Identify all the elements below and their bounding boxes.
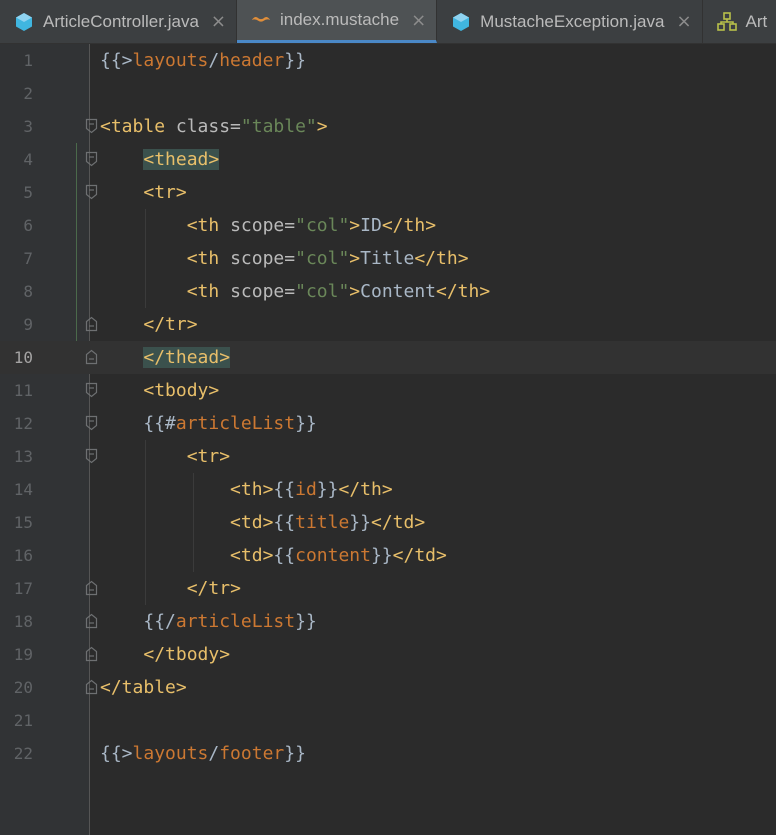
line-number: 10 [13,348,33,367]
code-line[interactable]: 22 {{>layouts/footer}} [0,737,776,770]
fold-start-icon[interactable] [85,184,98,200]
code-text: </thead> [143,347,231,368]
code-text: <thead> [143,149,220,170]
code-line[interactable]: 10 </thead> [0,341,776,374]
fold-start-icon[interactable] [85,118,98,134]
fold-end-icon[interactable] [85,646,98,662]
tab-label: MustacheException.java [480,11,665,31]
code-text: </tr> [186,578,241,599]
code-line[interactable]: 3 <table class="table"> [0,110,776,143]
code-line[interactable]: 16 <td>{{content}}</td> [0,539,776,572]
code-line[interactable]: 2 [0,77,776,110]
code-line[interactable]: 15 <td>{{title}}</td> [0,506,776,539]
code-line[interactable]: 14 <th>{{id}}</th> [0,473,776,506]
tab-label: ArticleController.java [43,11,199,31]
fold-start-icon[interactable] [85,151,98,167]
code-text: <th scope="col">Title</th> [186,248,469,269]
code-text: <table class="table"> [100,116,328,137]
mustache-file-icon [251,10,271,30]
code-line[interactable]: 13 <tr> [0,440,776,473]
editor-tab-bar: ArticleController.java × index.mustache × Mu… [0,0,776,44]
tab-articlecontroller-java[interactable]: ArticleController.java × [0,0,237,43]
code-line[interactable]: 9 </tr> [0,308,776,341]
code-text: <th>{{id}}</th> [230,479,393,500]
fold-end-icon[interactable] [85,613,98,629]
line-number: 22 [13,744,33,763]
code-text: <th scope="col">ID</th> [186,215,437,236]
code-text: <tr> [186,446,231,467]
line-number: 2 [23,84,33,103]
code-text: </table> [100,677,187,698]
tab-index-mustache[interactable]: index.mustache × [237,0,438,43]
line-number: 14 [13,480,33,499]
line-number: 20 [13,678,33,697]
code-line[interactable]: 4 <thead> [0,143,776,176]
line-number: 7 [23,249,33,268]
fold-start-icon[interactable] [85,415,98,431]
code-line[interactable]: 7 <th scope="col">Title</th> [0,242,776,275]
line-number: 21 [13,711,33,730]
fold-end-icon[interactable] [85,580,98,596]
line-number: 5 [23,183,33,202]
line-number: 13 [13,447,33,466]
code-line[interactable]: 1 {{>layouts/header}} [0,44,776,77]
code-lines[interactable]: 1 {{>layouts/header}} 2 3 <table class="tabl… [0,44,776,770]
line-number: 4 [23,150,33,169]
fold-end-icon[interactable] [85,349,98,365]
code-text: {{/articleList}} [143,611,317,632]
code-line[interactable]: 19 </tbody> [0,638,776,671]
code-line[interactable]: 21 [0,704,776,737]
line-number: 16 [13,546,33,565]
code-editor[interactable]: 1 {{>layouts/header}} 2 3 <table class="tabl… [0,44,776,835]
java-class-icon [14,12,34,32]
line-number: 11 [13,381,33,400]
java-class-icon [451,12,471,32]
tab-art[interactable]: Art [703,0,776,43]
line-number: 19 [13,645,33,664]
fold-end-icon[interactable] [85,316,98,332]
fold-start-icon[interactable] [85,448,98,464]
line-number: 18 [13,612,33,631]
code-line[interactable]: 6 <th scope="col">ID</th> [0,209,776,242]
code-text: <th scope="col">Content</th> [186,281,491,302]
fold-start-icon[interactable] [85,382,98,398]
code-text: <td>{{content}}</td> [230,545,447,566]
code-line[interactable]: 20 </table> [0,671,776,704]
code-text: <td>{{title}}</td> [230,512,426,533]
line-number: 17 [13,579,33,598]
tab-label: Art [745,11,768,31]
close-tab-icon[interactable]: × [676,11,691,32]
code-text: {{#articleList}} [143,413,317,434]
code-line[interactable]: 12 {{#articleList}} [0,407,776,440]
fold-end-icon[interactable] [85,679,98,695]
line-number: 1 [23,51,33,70]
line-number: 12 [13,414,33,433]
code-text: <tr> [143,182,187,203]
code-text: </tbody> [143,644,231,665]
close-tab-icon[interactable]: × [211,11,226,32]
code-text: {{>layouts/footer}} [100,743,306,764]
line-number: 3 [23,117,33,136]
tab-label: index.mustache [280,10,400,29]
code-line[interactable]: 5 <tr> [0,176,776,209]
code-line[interactable]: 8 <th scope="col">Content</th> [0,275,776,308]
code-line[interactable]: 17 </tr> [0,572,776,605]
tab-mustacheexception-java[interactable]: MustacheException.java × [437,0,703,43]
line-number: 8 [23,282,33,301]
code-text: {{>layouts/header}} [100,50,306,71]
code-line[interactable]: 18 {{/articleList}} [0,605,776,638]
line-number: 6 [23,216,33,235]
code-text: </tr> [143,314,198,335]
line-number: 15 [13,513,33,532]
close-tab-icon[interactable]: × [411,10,426,31]
project-structure-icon [716,11,737,32]
code-line[interactable]: 11 <tbody> [0,374,776,407]
line-number: 9 [23,315,33,334]
code-text: <tbody> [143,380,220,401]
